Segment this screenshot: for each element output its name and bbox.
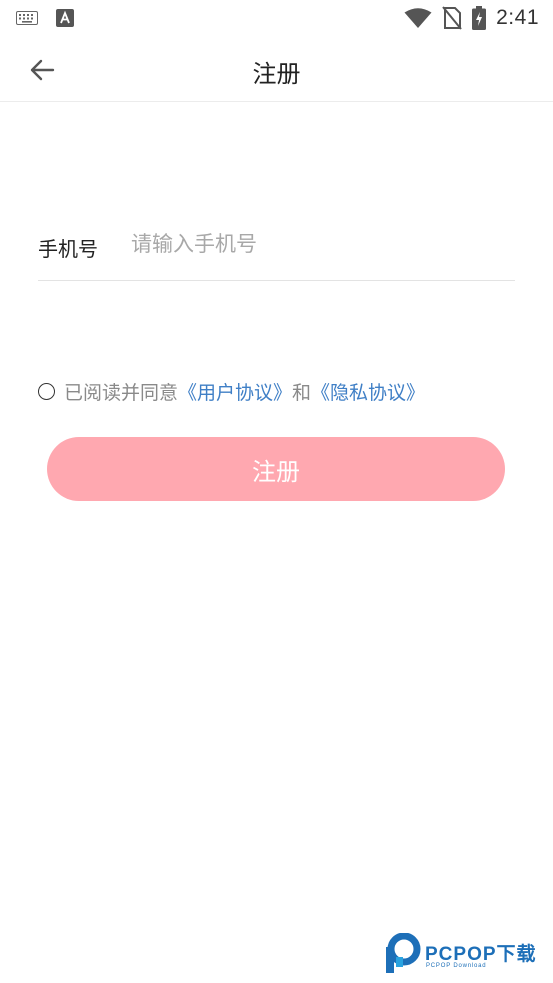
agreement-radio[interactable] <box>38 382 55 400</box>
agreement-prefix: 已阅读并同意 <box>64 381 179 404</box>
status-time: 2:41 <box>496 6 539 29</box>
watermark-title: PCPOP下载 <box>425 944 537 965</box>
status-right-icons: 2:41 <box>404 6 539 30</box>
wifi-icon <box>404 8 432 28</box>
phone-row: 手机号 <box>38 210 515 281</box>
register-button[interactable]: 注册 <box>47 437 505 501</box>
agreement-row: 已阅读并同意 《用户协议》 和 《隐私协议》 <box>38 378 425 404</box>
no-sim-icon <box>442 6 462 30</box>
watermark: PCPOP下载 PCPOP Download <box>384 933 550 977</box>
page-title: 注册 <box>252 60 301 88</box>
user-agreement-link[interactable]: 《用户协议》 <box>178 378 292 405</box>
battery-charging-icon <box>472 6 487 30</box>
phone-label: 手机号 <box>38 237 98 261</box>
pcpop-logo-icon <box>386 933 421 973</box>
status-left-icons <box>16 9 74 27</box>
a-badge-icon <box>56 9 74 27</box>
status-bar: 2:41 <box>0 0 553 38</box>
keyboard-icon <box>16 11 38 25</box>
privacy-policy-link[interactable]: 《隐私协议》 <box>311 378 425 405</box>
agreement-conjunction: 和 <box>292 381 312 404</box>
app-bar: 注册 <box>0 38 553 102</box>
phone-input[interactable] <box>131 226 501 262</box>
watermark-subtitle: PCPOP Download <box>426 963 487 969</box>
